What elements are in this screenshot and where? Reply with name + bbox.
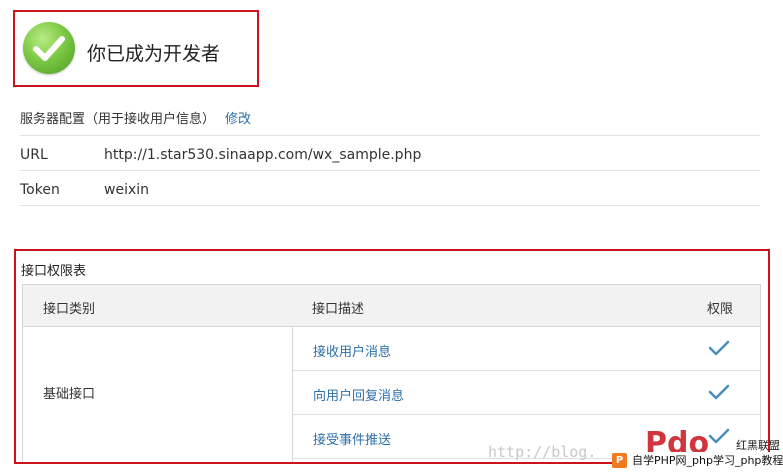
config-key: URL [20, 147, 48, 163]
config-row-token: Token weixin [20, 172, 760, 206]
api-link-reply-messages[interactable]: 向用户回复消息 [313, 385, 404, 404]
check-icon [708, 340, 730, 356]
api-permission-title: 接口权限表 [21, 264, 87, 279]
watermark-url: http://blog. [488, 443, 597, 461]
developer-status-box: 你已成为开发者 [13, 10, 259, 87]
server-config-header: 服务器配置（用于接收用户信息） 修改 [20, 108, 251, 127]
column-header-description: 接口描述 [312, 302, 365, 317]
table-row: 接收用户消息 [293, 327, 760, 371]
divider [20, 205, 760, 206]
divider [20, 135, 760, 136]
php-logo-icon: P [612, 453, 627, 468]
check-circle-icon [23, 22, 75, 74]
column-header-permission: 权限 [707, 302, 734, 317]
server-config-title: 服务器配置（用于接收用户信息） [20, 112, 216, 127]
watermark-bar-text: 自学PHP网_php学习_php教程 [632, 454, 783, 467]
watermark-bar: P 自学PHP网_php学习_php教程 [612, 452, 783, 470]
developer-status-text: 你已成为开发者 [87, 43, 221, 65]
table-row: 向用户回复消息 [293, 371, 760, 415]
config-key: Token [20, 182, 60, 198]
watermark-brand: 红黑联盟 [736, 439, 780, 452]
category-label: 基础接口 [43, 387, 96, 402]
config-value: http://1.star530.sinaapp.com/wx_sample.p… [104, 147, 422, 163]
category-cell: 基础接口 [23, 327, 293, 462]
api-link-receive-messages[interactable]: 接收用户消息 [313, 341, 391, 360]
edit-config-link[interactable]: 修改 [225, 112, 251, 127]
check-icon [708, 384, 730, 400]
table-header: 接口类别 接口描述 权限 [23, 285, 760, 327]
config-value: weixin [104, 182, 150, 198]
config-row-url: URL http://1.star530.sinaapp.com/wx_samp… [20, 137, 760, 171]
api-link-event-push[interactable]: 接受事件推送 [313, 429, 391, 448]
divider [20, 170, 760, 171]
column-header-category: 接口类别 [43, 302, 96, 317]
